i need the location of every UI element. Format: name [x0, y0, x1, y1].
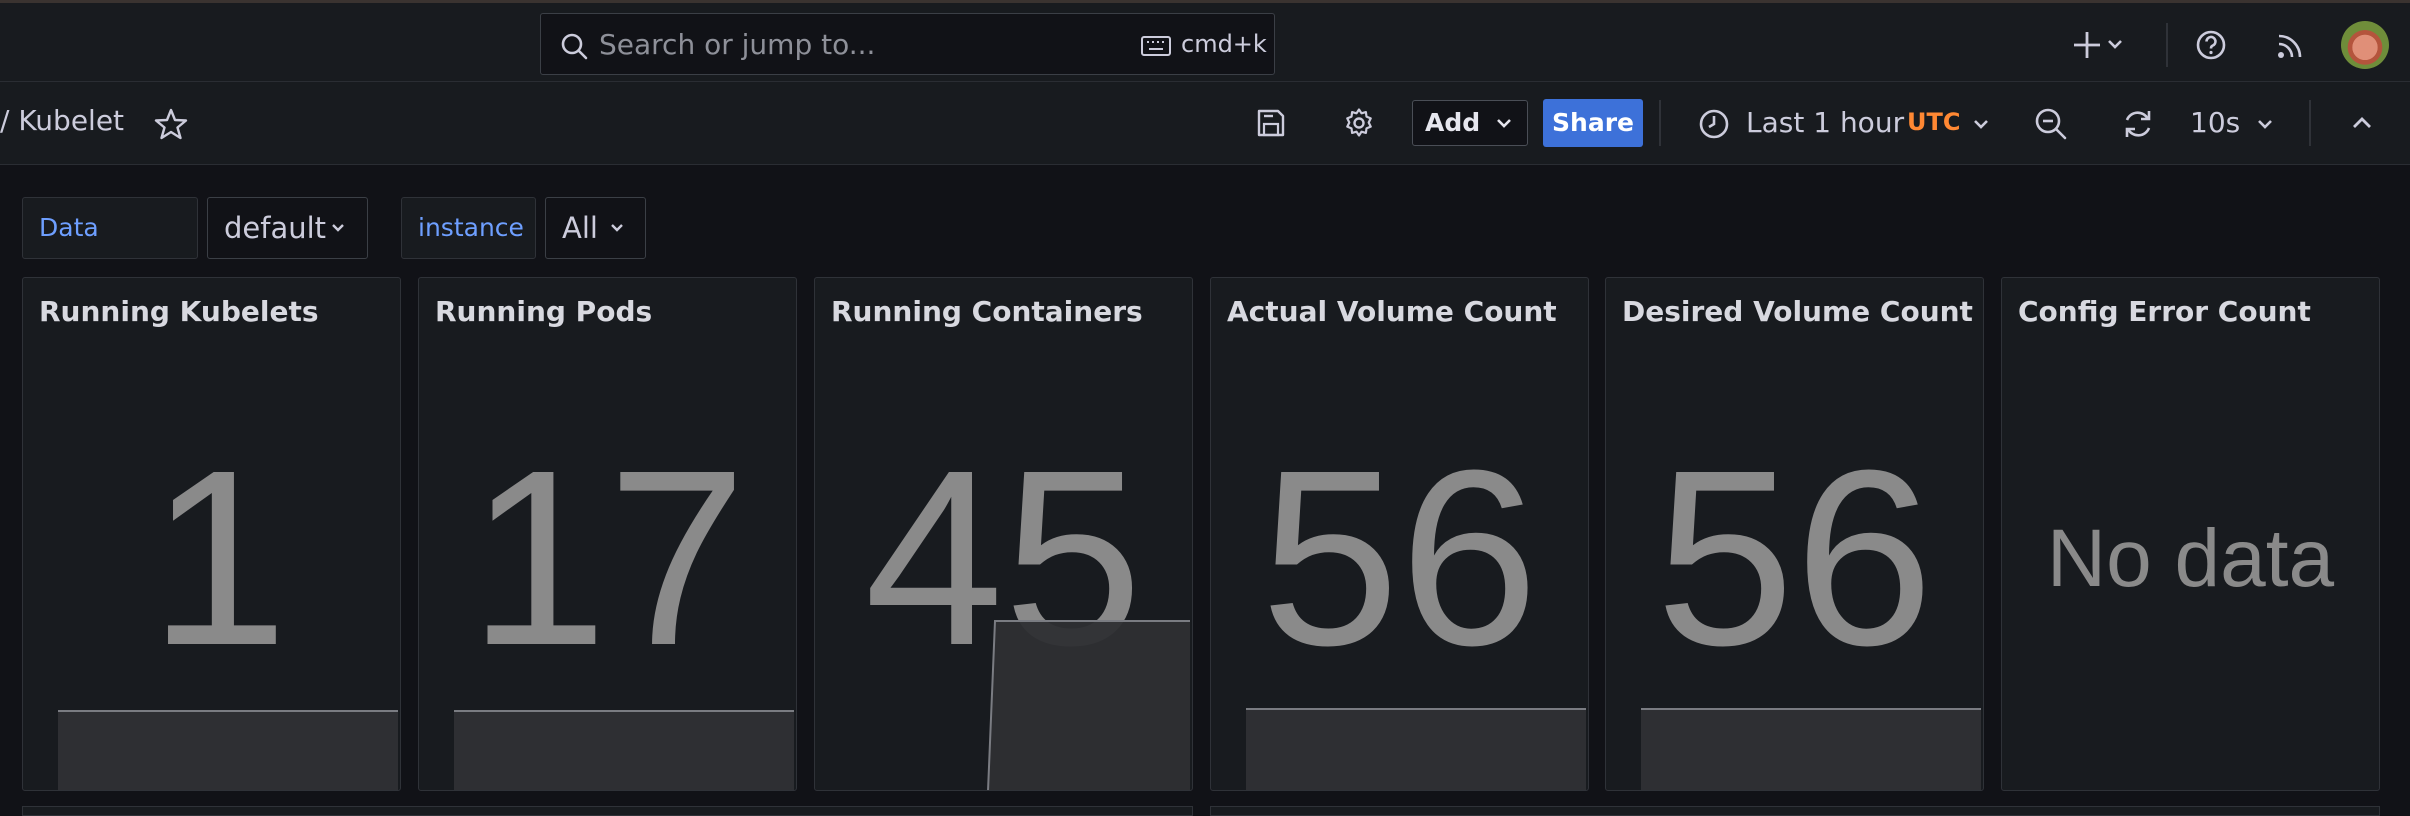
search-icon [559, 31, 589, 65]
stat-panel-config-error-count[interactable]: Config Error Count No data [2001, 277, 2380, 791]
new-plus-icon[interactable] [2073, 30, 2125, 64]
chevron-down-icon [611, 224, 623, 232]
variable-label-datasource: Data source [22, 197, 198, 302]
dashboard-toolbar: / Kubelet Add Share Last 1 hour UTC 10s [0, 82, 2410, 165]
share-button[interactable]: Share [1543, 99, 1643, 147]
help-icon[interactable] [2195, 29, 2227, 65]
refresh-interval-chevron-icon[interactable] [2256, 117, 2274, 136]
next-panel-row [1210, 806, 2380, 816]
top-navbar: Search or jump to... cmd+k [0, 0, 2410, 82]
stat-value: 56 [1260, 418, 1539, 697]
breadcrumb[interactable]: / Kubelet [0, 104, 124, 137]
keyboard-icon [1141, 36, 1171, 60]
clock-icon [1698, 108, 1730, 144]
panel-title: Config Error Count [2018, 295, 2311, 328]
variable-label-instance: instance [401, 197, 536, 259]
zoom-out-icon[interactable] [2034, 107, 2068, 145]
sparkline [850, 620, 1190, 790]
settings-gear-icon[interactable] [1343, 107, 1375, 143]
search-placeholder: Search or jump to... [599, 28, 876, 61]
rss-news-icon[interactable] [2276, 30, 2306, 64]
timezone-label[interactable]: UTC [1907, 108, 1960, 136]
divider [1659, 100, 1661, 146]
search-input[interactable]: Search or jump to... cmd+k [540, 13, 1275, 75]
stat-panel-running-containers[interactable]: Running Containers 45 [814, 277, 1193, 791]
stat-value: 17 [468, 418, 747, 697]
instance-select[interactable]: All [545, 197, 646, 259]
instance-select-value: All [562, 211, 598, 245]
stat-panel-actual-volume-count[interactable]: Actual Volume Count 56 [1210, 277, 1589, 791]
add-button-label: Add [1425, 108, 1481, 137]
refresh-interval-picker[interactable]: 10s [2190, 106, 2240, 139]
collapse-chevron-up-icon[interactable] [2351, 115, 2373, 135]
stat-value: 1 [148, 418, 289, 697]
stat-value: 56 [1655, 418, 1934, 697]
stat-panel-desired-volume-count[interactable]: Desired Volume Count 56 [1605, 277, 1984, 791]
stat-panel-running-kubelets[interactable]: Running Kubelets 1 [22, 277, 401, 791]
add-button[interactable]: Add [1412, 100, 1528, 146]
save-icon[interactable] [1256, 108, 1286, 142]
time-range-chevron-icon[interactable] [1972, 117, 1990, 136]
refresh-icon[interactable] [2121, 107, 2155, 145]
chevron-down-icon [1497, 119, 1511, 128]
next-panel-row [22, 806, 1193, 816]
search-shortcut: cmd+k [1181, 30, 1267, 58]
divider [2166, 23, 2168, 67]
share-button-label: Share [1552, 108, 1634, 137]
datasource-select-value: default [224, 211, 327, 245]
variable-label-text: instance [418, 213, 524, 242]
avatar[interactable] [2341, 21, 2389, 69]
datasource-select[interactable]: default [207, 197, 368, 259]
star-icon[interactable] [154, 107, 188, 145]
divider [2309, 100, 2311, 146]
chevron-down-icon [332, 224, 344, 232]
time-range-picker[interactable]: Last 1 hour [1746, 106, 1904, 139]
no-data-text: No data [2046, 513, 2335, 604]
stat-panel-running-pods[interactable]: Running Pods 17 [418, 277, 797, 791]
